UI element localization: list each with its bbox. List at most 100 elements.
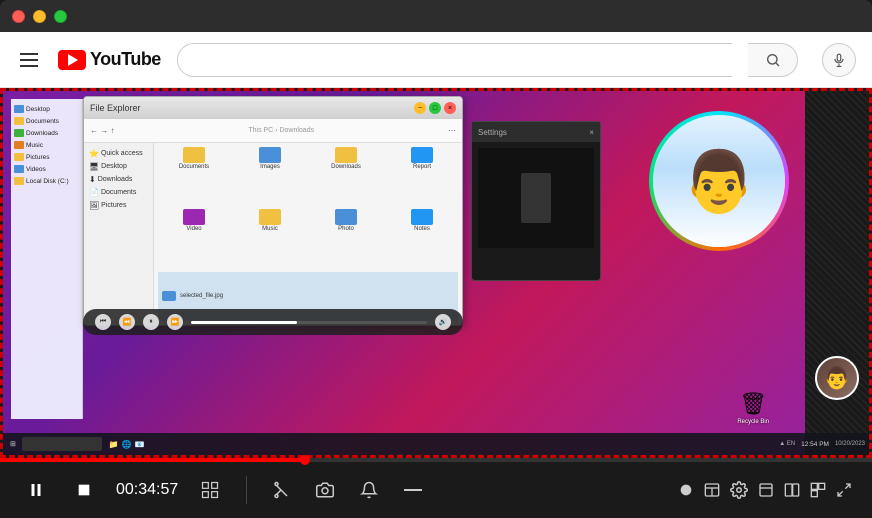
- dark-popup-dialog: Settings ×: [471, 121, 601, 281]
- fw-file-1: Documents: [158, 147, 230, 205]
- layout-button[interactable]: [704, 482, 720, 498]
- dark-popup-titlebar: Settings ×: [472, 122, 600, 142]
- video-taskbar: ⊞ 📁 🌐 📧 ▲ EN 12:54 PM 10/20/2023: [3, 433, 869, 455]
- recycle-bin-icon: 🗑 Recycle Bin: [737, 391, 769, 425]
- grid-view-button[interactable]: [194, 476, 226, 504]
- voice-search-button[interactable]: [822, 43, 856, 77]
- fw-sidebar-downloads: ⬇Downloads: [86, 173, 151, 186]
- fw-file-7: Photo: [310, 209, 382, 267]
- video-content: Desktop Documents Downloads Music Pictur…: [3, 91, 869, 455]
- fe-icon-desktop: [14, 105, 24, 113]
- dark-popup-content: [472, 142, 600, 254]
- fw-folder-icon-6: [259, 209, 281, 225]
- right-controls: [678, 481, 852, 499]
- fw-file-3: Downloads: [310, 147, 382, 205]
- fw-folder-icon-1: [183, 147, 205, 163]
- recycle-bin-glyph: 🗑: [739, 391, 767, 417]
- fe-item-local-disk: Local Disk (C:): [13, 175, 80, 187]
- fw-folder-icon-3: [335, 147, 357, 163]
- mc-volume[interactable]: 🔊: [435, 314, 451, 330]
- fe-item-pictures: Pictures: [13, 151, 80, 163]
- window1-button[interactable]: [758, 482, 774, 498]
- record-button[interactable]: [678, 482, 694, 498]
- playback-time: 00:34:57: [116, 481, 178, 499]
- fw-img-icon-2: [259, 147, 281, 163]
- fw-sidebar: ⭐Quick access 🖥Desktop ⬇Downloads 📄Docum…: [84, 143, 154, 325]
- window-chrome: [0, 0, 872, 32]
- fw-sidebar-desktop: 🖥Desktop: [86, 160, 151, 173]
- youtube-logo-text: YouTube: [90, 49, 161, 70]
- fw-sidebar-quick-access: ⭐Quick access: [86, 147, 151, 160]
- fw-toolbar: ← → ↑ This PC › Downloads ⋯: [84, 119, 462, 143]
- fw-content: ⭐Quick access 🖥Desktop ⬇Downloads 📄Docum…: [84, 143, 462, 325]
- media-player-controls[interactable]: ⏮ ⏪ ⏸ ⏩ 🔊: [83, 309, 463, 335]
- fw-file-5: Video: [158, 209, 230, 267]
- youtube-logo-icon: [58, 50, 86, 70]
- fe-icon-downloads: [14, 129, 24, 137]
- close-button[interactable]: [12, 10, 25, 23]
- fw-sidebar-pictures: 🖼Pictures: [86, 199, 151, 212]
- fw-file-4: Report: [386, 147, 458, 205]
- fw-file-8: Notes: [386, 209, 458, 267]
- youtube-play-icon: [68, 54, 78, 66]
- vt-app-icons: 📁 🌐 📧: [109, 440, 145, 449]
- fe-icon-documents: [14, 117, 24, 125]
- minimize-button[interactable]: [33, 10, 46, 23]
- vt-search-bar: [22, 437, 102, 451]
- fw-img-icon-7: [335, 209, 357, 225]
- fw-vid-icon-5: [183, 209, 205, 225]
- fe-icon-local-disk: [14, 177, 24, 185]
- fw-sidebar-documents: 📄Documents: [86, 186, 151, 199]
- alarm-button[interactable]: [355, 476, 383, 504]
- minus-button[interactable]: [399, 476, 427, 504]
- file-explorer-sidebar: Desktop Documents Downloads Music Pictur…: [11, 99, 83, 419]
- fw-close[interactable]: ×: [444, 102, 456, 114]
- fe-item-videos: Videos: [13, 163, 80, 175]
- search-button[interactable]: [748, 43, 798, 77]
- video-progress-dot: [300, 455, 310, 465]
- video-progress-fill: [0, 458, 305, 462]
- fw-maximize[interactable]: □: [429, 102, 441, 114]
- fw-main: Documents Images Downloads Report: [154, 143, 462, 325]
- mc-play[interactable]: ⏸: [143, 314, 159, 330]
- search-input[interactable]: [177, 43, 732, 77]
- fe-icon-videos: [14, 165, 24, 173]
- fe-icon-music: [14, 141, 24, 149]
- small-avatar: 👨: [815, 356, 859, 400]
- file-manager-window: File Explorer − □ × ← → ↑ This PC › Down…: [83, 96, 463, 326]
- fw-controls: − □ ×: [414, 102, 456, 114]
- camera-button[interactable]: [311, 476, 339, 504]
- fe-item-downloads: Downloads: [13, 127, 80, 139]
- separator-1: [246, 476, 247, 504]
- youtube-header: YouTube: [0, 32, 872, 88]
- right-dark-panel: [805, 91, 869, 455]
- fw-doc-icon-4: [411, 147, 433, 163]
- window2-button[interactable]: [784, 482, 800, 498]
- window3-button[interactable]: [810, 482, 826, 498]
- fw-file-6: Music: [234, 209, 306, 267]
- mc-rewind[interactable]: ⏪: [119, 314, 135, 330]
- fw-doc-icon-8: [411, 209, 433, 225]
- file-manager-titlebar: File Explorer − □ ×: [84, 97, 462, 119]
- video-area: Desktop Documents Downloads Music Pictur…: [0, 88, 872, 458]
- presenter-avatar: 👨: [653, 115, 785, 247]
- stop-button[interactable]: [68, 474, 100, 506]
- mc-progress-fill: [191, 321, 297, 324]
- vt-right-icons: ▲ EN 12:54 PM 10/20/2023: [779, 441, 865, 448]
- fe-item-documents: Documents: [13, 115, 80, 127]
- settings-button[interactable]: [730, 481, 748, 499]
- fw-minimize[interactable]: −: [414, 102, 426, 114]
- mc-progress-bar[interactable]: [191, 321, 427, 324]
- fe-item-music: Music: [13, 139, 80, 151]
- mc-prev[interactable]: ⏮: [95, 314, 111, 330]
- fe-item-desktop: Desktop: [13, 103, 80, 115]
- fw-file-2: Images: [234, 147, 306, 205]
- mc-forward[interactable]: ⏩: [167, 314, 183, 330]
- maximize-button[interactable]: [54, 10, 67, 23]
- video-progress-container[interactable]: [0, 458, 872, 462]
- youtube-logo: YouTube: [58, 49, 161, 70]
- pause-button[interactable]: [20, 474, 52, 506]
- hamburger-menu[interactable]: [16, 49, 42, 71]
- cut-button[interactable]: [267, 476, 295, 504]
- fullscreen-button[interactable]: [836, 482, 852, 498]
